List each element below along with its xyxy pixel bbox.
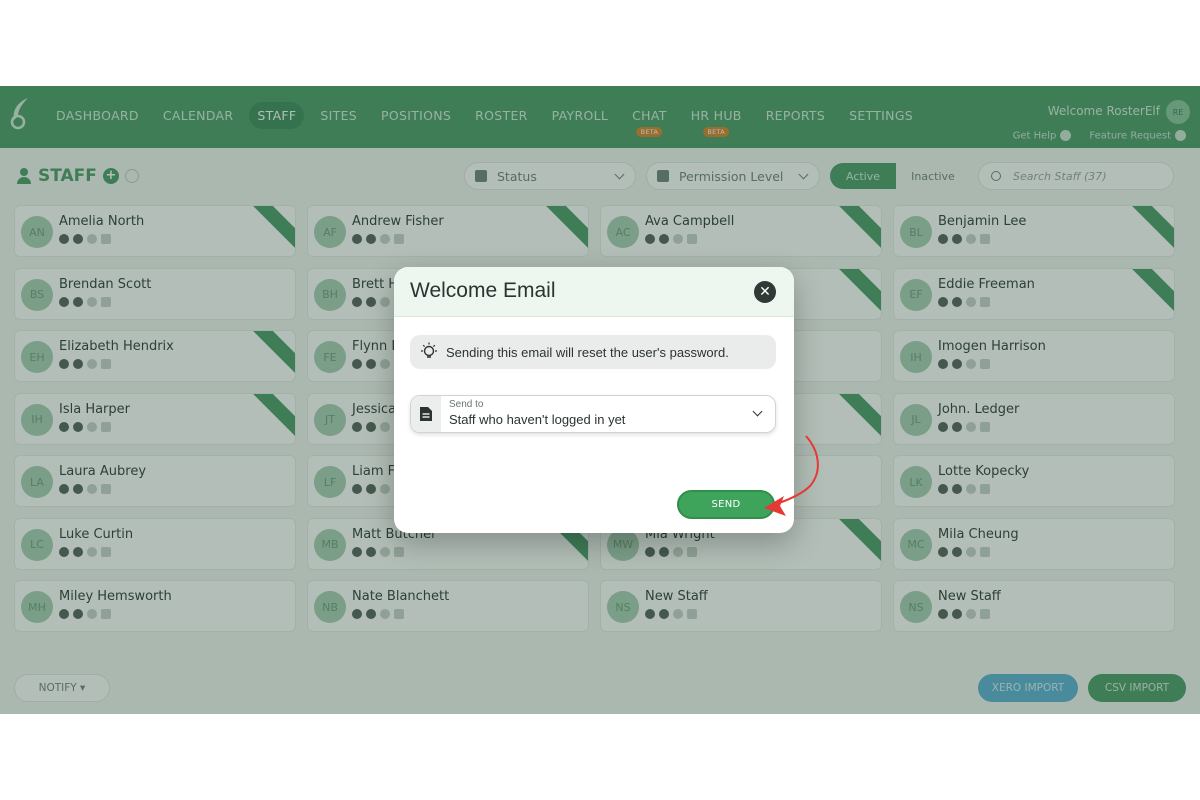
password-reset-notice: Sending this email will reset the user's… [410, 335, 776, 369]
send-to-select[interactable]: Send to Staff who haven't logged in yet [410, 395, 776, 433]
close-icon[interactable]: ✕ [754, 281, 776, 303]
annotation-arrow-icon [764, 435, 819, 516]
notice-text: Sending this email will reset the user's… [446, 344, 729, 360]
lightbulb-icon [421, 342, 437, 358]
send-to-value: Staff who haven't logged in yet [449, 412, 626, 427]
modal-header: Welcome Email ✕ [394, 267, 794, 317]
send-to-label: Send to [449, 399, 484, 410]
document-icon [411, 396, 441, 432]
welcome-email-modal: Welcome Email ✕ Sending this email will … [394, 267, 794, 533]
chevron-down-icon [752, 406, 763, 417]
modal-title: Welcome Email [410, 279, 556, 302]
